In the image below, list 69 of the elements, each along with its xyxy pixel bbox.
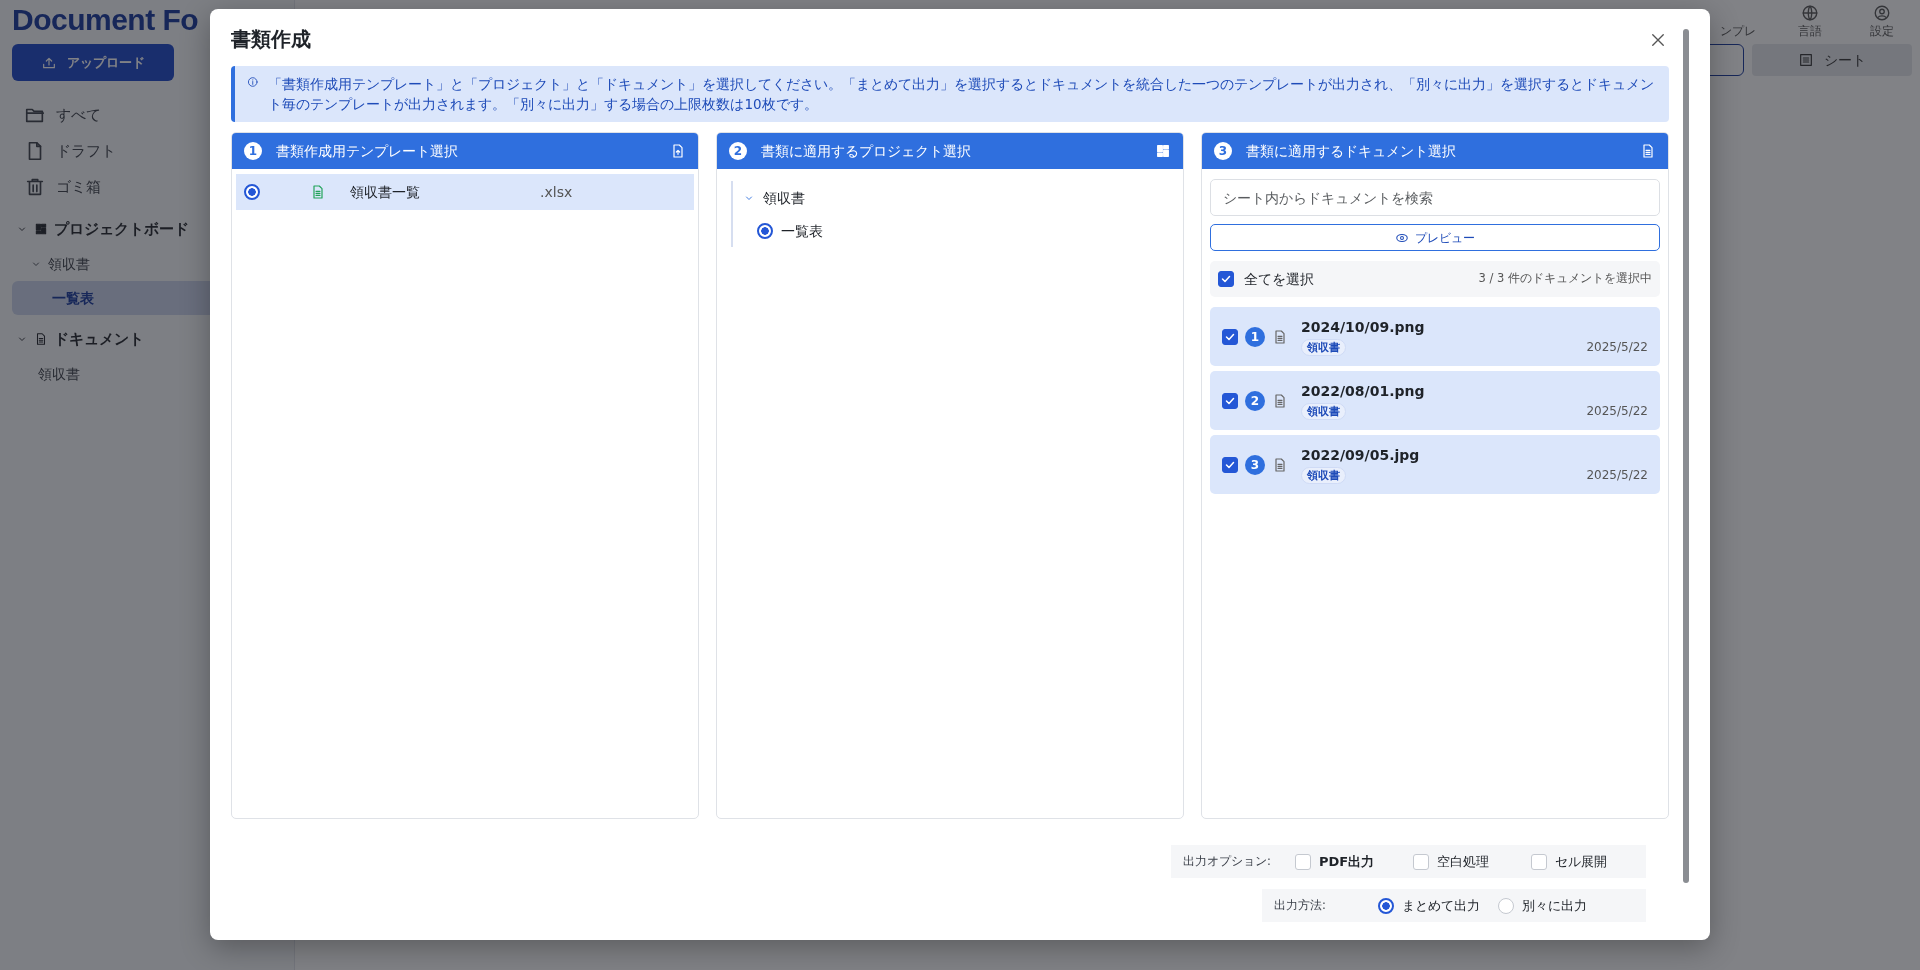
section-heading[interactable]: ドキュメント: [54, 327, 144, 351]
date: 2025/5/22: [1586, 467, 1648, 484]
options-label: 出力オプション:: [1183, 852, 1271, 870]
date: 2025/5/22: [1586, 403, 1648, 420]
tag: 領収書: [1301, 467, 1346, 484]
search-field[interactable]: シート内からドキュメントを検索: [1210, 179, 1660, 216]
checkbox[interactable]: [1222, 392, 1238, 409]
option-label[interactable]: PDF出力: [1318, 851, 1375, 872]
document-item[interactable]: 2 2022/08/01.png 領収書 2025/5/22: [1210, 371, 1660, 430]
check-icon: [1220, 273, 1232, 285]
panel-title: 書類に適用するドキュメント選択: [1246, 141, 1457, 161]
file-upload-icon[interactable]: [670, 143, 686, 159]
globe-icon[interactable]: [1801, 4, 1819, 22]
template-item[interactable]: 領収書一覧 .xlsx: [236, 174, 694, 210]
document-icon: [1272, 328, 1288, 345]
project-name[interactable]: 領収書: [763, 187, 805, 209]
method-label: 出力方法:: [1274, 896, 1327, 914]
step-number: 3: [1214, 142, 1232, 160]
panel-title: 書類作成用テンプレート選択: [276, 141, 459, 161]
preview-button[interactable]: プレビュー: [1210, 224, 1660, 251]
radio-button[interactable]: [244, 184, 260, 200]
tag: 領収書: [1301, 339, 1346, 356]
scrollbar[interactable]: [1683, 29, 1689, 883]
checkbox[interactable]: [1218, 271, 1234, 287]
spreadsheet-icon: [310, 184, 326, 200]
radio-button[interactable]: [1378, 897, 1394, 914]
dialog-title: 書類作成: [231, 26, 311, 53]
grid-icon: [34, 222, 48, 236]
date: 2025/5/22: [1586, 339, 1648, 356]
template-name: 領収書一覧: [350, 182, 421, 202]
section-heading[interactable]: プロジェクトボード: [54, 217, 189, 241]
order-number: 1: [1245, 326, 1265, 347]
file-name: 2024/10/09.png: [1301, 318, 1426, 337]
select-all-label[interactable]: 全てを選択: [1244, 268, 1469, 290]
nav-item[interactable]: ドラフト: [56, 139, 116, 163]
trash-icon: [24, 176, 46, 198]
document-icon: [1272, 456, 1288, 473]
checkbox[interactable]: [1222, 456, 1238, 473]
grid-icon[interactable]: [1155, 143, 1171, 159]
option-label[interactable]: セル展開: [1554, 851, 1607, 872]
panel-title: 書類に適用するプロジェクト選択: [761, 141, 972, 161]
document-item[interactable]: 1 2024/10/09.png 領収書 2025/5/22: [1210, 307, 1660, 366]
step-number: 2: [729, 142, 747, 160]
document-icon: [34, 332, 48, 346]
file-name: 2022/09/05.jpg: [1301, 446, 1421, 465]
sheet-name[interactable]: 一覧表: [781, 220, 823, 242]
file-name: 2022/08/01.png: [1301, 382, 1426, 401]
radio-button[interactable]: [757, 223, 773, 239]
order-number: 3: [1245, 454, 1265, 475]
file-extension: .xlsx: [540, 182, 573, 202]
option-label[interactable]: 別々に出力: [1522, 895, 1587, 916]
order-number: 2: [1245, 390, 1265, 411]
tag: 領収書: [1301, 403, 1346, 420]
selection-count: 3 / 3 件のドキュメントを選択中: [1478, 270, 1652, 288]
user-icon[interactable]: [1873, 4, 1891, 22]
info-text: 「書類作成用テンプレート」と「プロジェクト」と「ドキュメント」を選択してください。「まとめて出力」を選択するとドキュメントを統合した一つのテンプレートが出力され、「別々に出力」を選択するとドキュメント毎のテンプレートが出力されます。「別々に出力」する場合の上限枚数は10枚です。: [268, 75, 1656, 114]
table-icon: [1798, 52, 1814, 68]
document-icon[interactable]: [1640, 143, 1656, 159]
info-icon: [247, 74, 259, 90]
document-icon: [1272, 392, 1288, 409]
option-label[interactable]: 空白処理: [1436, 851, 1489, 872]
nav-item[interactable]: ゴミ箱: [56, 175, 101, 199]
logo: Document Fo: [12, 2, 199, 38]
checkbox[interactable]: [1222, 328, 1238, 345]
document-item[interactable]: 3 2022/09/05.jpg 領収書 2025/5/22: [1210, 435, 1660, 494]
step-number: 1: [244, 142, 262, 160]
tree-item[interactable]: 領収書: [12, 247, 282, 281]
nav-item[interactable]: すべて: [56, 103, 101, 127]
option-label[interactable]: まとめて出力: [1402, 895, 1480, 916]
